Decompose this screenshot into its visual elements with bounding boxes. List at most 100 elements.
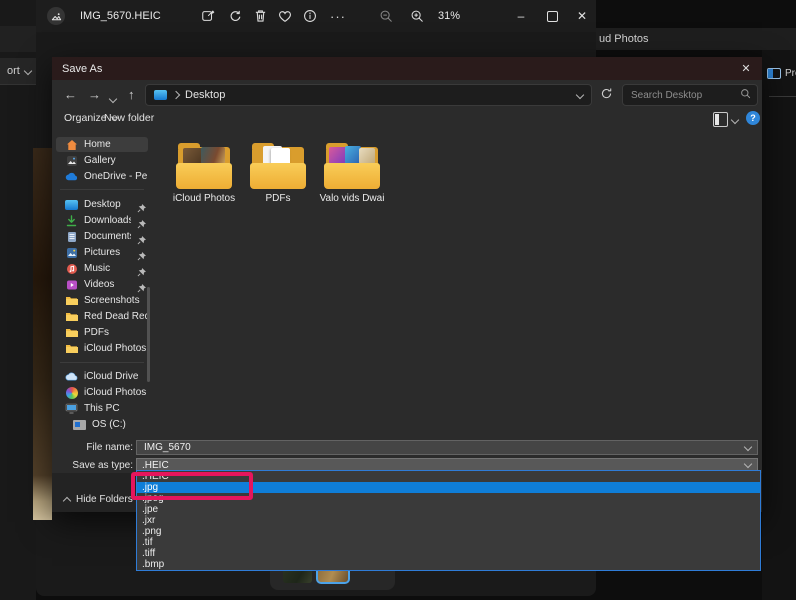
zoom-level: 31% [438, 0, 460, 32]
organize-label: Organize [64, 112, 107, 124]
file-name-combobox[interactable] [136, 440, 758, 455]
folder-name: PDFs [266, 193, 291, 204]
back-button[interactable]: ← [64, 88, 77, 101]
zoom-in-icon[interactable] [407, 6, 427, 26]
favorite-icon[interactable] [275, 6, 295, 26]
preview-pane-icon [767, 68, 781, 79]
downloads-icon [65, 214, 78, 227]
background-right-panel [762, 50, 796, 600]
sidebar-item-videos[interactable]: Videos [56, 277, 148, 292]
sidebar-item-documents[interactable]: Documents [56, 229, 148, 244]
sort-label: ort [7, 65, 20, 77]
pin-icon [137, 280, 146, 289]
close-button[interactable]: ✕ [567, 0, 597, 32]
address-bar[interactable]: Desktop [145, 84, 592, 106]
delete-icon[interactable] [250, 6, 270, 26]
recent-locations-chevron[interactable] [110, 91, 116, 104]
sidebar-item-os-c-drive[interactable]: OS (C:) [56, 417, 148, 432]
folder-icon [175, 143, 233, 189]
dropdown-item-tiff[interactable]: .tiff [137, 548, 760, 559]
sidebar-item-icloud-photos-app[interactable]: iCloud Photos [56, 385, 148, 400]
screen: ort ud Photos Pre IMG_5670.HEIC [0, 0, 796, 600]
documents-icon [65, 230, 78, 243]
preview-pane-label: Pre [785, 68, 796, 79]
view-mode-button[interactable] [713, 112, 728, 127]
onedrive-icon [65, 170, 78, 183]
pin-icon [137, 200, 146, 209]
folder-tile-valo-vids[interactable]: Valo vids Dwai [316, 141, 388, 213]
sidebar-scrollbar[interactable] [147, 287, 150, 382]
rotate-icon[interactable] [225, 6, 245, 26]
sidebar-item-music[interactable]: Music [56, 261, 148, 276]
folder-tile-pdfs[interactable]: PDFs [242, 141, 314, 213]
dialog-close-button[interactable]: ✕ [730, 57, 762, 80]
folder-icon [65, 342, 78, 355]
dropdown-item-png[interactable]: .png [137, 526, 760, 537]
sidebar-item-pdfs[interactable]: PDFs [56, 325, 148, 340]
forward-button[interactable]: → [88, 88, 101, 101]
breadcrumb[interactable]: Desktop [185, 89, 225, 101]
refresh-icon[interactable] [600, 87, 618, 103]
new-folder-button[interactable]: New folder [104, 112, 154, 124]
sidebar-item-downloads[interactable]: Downloads [56, 213, 148, 228]
up-button[interactable]: ↑ [128, 88, 135, 101]
dropdown-item-jpe[interactable]: .jpe [137, 504, 760, 515]
background-app-bar [0, 26, 36, 52]
photos-app-icon [47, 7, 65, 25]
maximize-button[interactable] [537, 0, 567, 32]
sidebar-item-screenshots[interactable]: Screenshots [56, 293, 148, 308]
folder-icon [65, 294, 78, 307]
hide-folders-button[interactable]: Hide Folders [64, 494, 133, 505]
chevron-down-icon [24, 67, 32, 75]
folder-icon [65, 310, 78, 323]
hide-folders-label: Hide Folders [76, 494, 133, 505]
folder-icon [323, 143, 381, 189]
music-icon [65, 262, 78, 275]
sidebar-item-home[interactable]: Home [56, 137, 148, 152]
help-button[interactable]: ? [746, 111, 760, 125]
dropdown-item-jxr[interactable]: .jxr [137, 515, 760, 526]
sidebar-item-icloud-drive[interactable]: iCloud Drive [56, 369, 148, 384]
os-drive-icon [73, 418, 86, 431]
preview-pane-button[interactable]: Pre [767, 64, 796, 82]
sidebar-item-red-dead-redemption[interactable]: Red Dead Redemp [56, 309, 148, 324]
pin-icon [137, 248, 146, 257]
search-box[interactable] [622, 84, 758, 106]
address-dropdown-chevron[interactable] [576, 91, 584, 99]
search-input[interactable] [629, 89, 740, 102]
home-icon [65, 138, 78, 151]
background-app-edge [0, 0, 36, 600]
dropdown-item-tif[interactable]: .tif [137, 537, 760, 548]
sidebar-item-gallery[interactable]: Gallery [56, 153, 148, 168]
dropdown-item-bmp[interactable]: .bmp [137, 559, 760, 570]
save-as-type-label: Save as type: [52, 458, 133, 473]
view-mode-chevron[interactable] [731, 116, 739, 124]
background-window-title-text: ud Photos [599, 33, 649, 45]
icloud-drive-icon [65, 370, 78, 383]
sidebar-item-onedrive[interactable]: OneDrive - Persor [56, 169, 148, 184]
pictures-icon [65, 246, 78, 259]
open-photo-edge [33, 148, 52, 520]
pin-icon [137, 264, 146, 273]
photos-window-title: IMG_5670.HEIC [80, 0, 161, 32]
more-icon[interactable]: ··· [328, 6, 348, 26]
zoom-out-icon[interactable] [376, 6, 396, 26]
sidebar-item-this-pc[interactable]: This PC [56, 401, 148, 416]
folder-tile-icloud-photos[interactable]: iCloud Photos [168, 141, 240, 213]
sidebar-item-icloud-photos-folder[interactable]: iCloud Photos [56, 341, 148, 356]
pin-icon [137, 216, 146, 225]
sidebar-item-pictures[interactable]: Pictures [56, 245, 148, 260]
chevron-down-icon[interactable] [744, 460, 752, 468]
folder-name: iCloud Photos [173, 193, 235, 204]
sidebar-item-desktop[interactable]: Desktop [56, 197, 148, 212]
save-as-dialog: Save As ✕ ← → ↑ Desktop Organize [52, 57, 762, 512]
chevron-down-icon[interactable] [744, 442, 752, 450]
search-icon [740, 86, 751, 104]
breadcrumb-chevron-icon [172, 91, 180, 99]
edit-icon[interactable] [198, 6, 218, 26]
background-window-title: ud Photos [585, 28, 796, 50]
info-icon[interactable] [300, 6, 320, 26]
new-folder-label: New folder [104, 112, 154, 124]
file-name-input[interactable] [142, 441, 739, 454]
minimize-button[interactable]: – [506, 0, 536, 32]
